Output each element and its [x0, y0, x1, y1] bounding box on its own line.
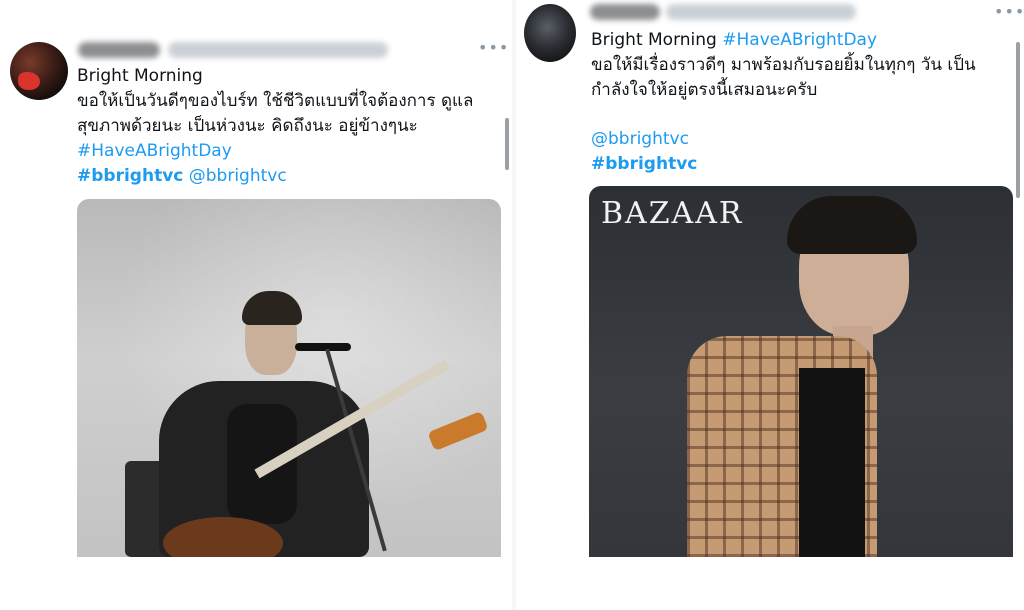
scrollbar-thumb[interactable] [505, 118, 509, 170]
hashtag-link[interactable]: #bbrightvc [591, 152, 1011, 177]
hashtag-link[interactable]: #HaveABrightDay [722, 30, 877, 50]
scrollbar-thumb[interactable] [1016, 42, 1020, 198]
tweet-media-image[interactable]: BAZAAR [589, 186, 1013, 557]
author-handle-blurred[interactable] [666, 4, 856, 20]
hashtag-link[interactable]: #bbrightvc [77, 166, 183, 186]
black-tee-shape [799, 368, 865, 557]
tweet-text: Bright Morning #HaveABrightDay ขอให้มีเร… [591, 28, 1011, 177]
hair-shape [787, 196, 917, 254]
mention-link[interactable]: @bbrightvc [591, 127, 1011, 152]
tweet-line: กำลังใจให้อยู่ตรงนี้เสมอนะครับ [591, 80, 818, 100]
magazine-logo: BAZAAR [601, 196, 744, 231]
author-name-blurred[interactable] [78, 42, 160, 58]
tweet-card-left[interactable]: ••• Bright Morning ขอให้เป็นวันดีๆของไบร… [0, 0, 512, 610]
tweet-line: ขอให้เป็นวันดีๆของไบร์ท ใช้ชีวิตแบบที่ใจ… [77, 91, 474, 111]
author-name-blurred[interactable] [590, 4, 660, 20]
hashtag-link[interactable]: #HaveABrightDay [77, 139, 507, 164]
tweet-card-right[interactable]: ••• Bright Morning #HaveABrightDay ขอให้… [516, 0, 1024, 610]
avatar[interactable] [10, 42, 68, 100]
avatar[interactable] [524, 4, 576, 62]
author-handle-blurred[interactable] [168, 42, 388, 58]
more-icon[interactable]: ••• [478, 38, 509, 57]
tweet-headline: Bright Morning [591, 30, 717, 50]
more-icon[interactable]: ••• [994, 2, 1024, 21]
tweet-line: Bright Morning [77, 66, 203, 86]
tweet-text: Bright Morning ขอให้เป็นวันดีๆของไบร์ท ใ… [77, 64, 507, 189]
microphone-shape [295, 343, 351, 351]
mention-link[interactable]: @bbrightvc [189, 166, 287, 186]
tweet-line: ขอให้มีเรื่องราวดีๆ มาพร้อมกับรอยยิ้มในท… [591, 55, 976, 75]
tweet-line: สุขภาพด้วยนะ เป็นห่วงนะ คิดถึงนะ อยู่ข้า… [77, 116, 418, 136]
tweet-media-image[interactable] [77, 199, 501, 557]
